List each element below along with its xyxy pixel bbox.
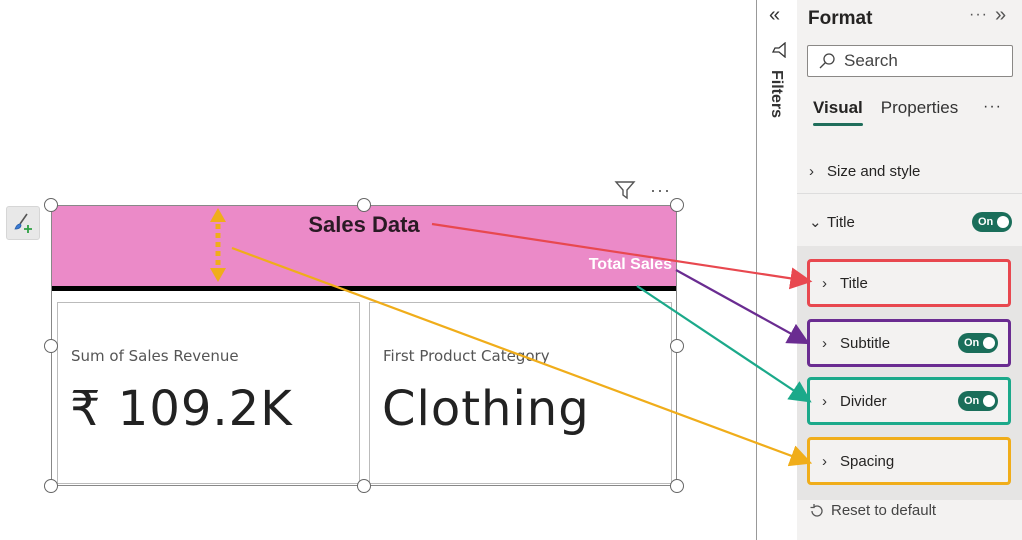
filters-label[interactable]: Filters [767,70,785,118]
search-input[interactable]: Search [807,45,1013,77]
powerbi-screen: ··· Sales Data Total Sales Sum of Sales … [0,0,1022,540]
reset-to-default-button[interactable]: Reset to default [809,502,936,519]
card-label: Sum of Sales Revenue [71,347,239,365]
pane-title: Format [808,8,873,29]
section-label: Title [827,213,855,231]
toggle-knob [997,216,1009,228]
visual-subtitle: Total Sales [588,256,672,273]
chevron-right-icon: › [822,334,827,352]
section-title[interactable]: ⌄ Title On [797,200,1022,244]
kpi-card[interactable]: Sum of Sales Revenue ₹ 109.2K [57,302,360,484]
tabs-more-icon[interactable]: ··· [983,98,1002,116]
chevron-down-icon: ⌄ [809,214,822,231]
card-value: ₹ 109.2K [70,381,293,437]
subsection-subtitle[interactable]: › Subtitle On [807,319,1011,367]
toggle-label: On [964,337,980,349]
chevron-right-icon: › [809,163,814,180]
resize-handle[interactable] [670,198,684,212]
paintbrush-plus-icon [14,213,32,233]
collapse-left-icon[interactable]: « [769,4,780,27]
card-label: First Product Category [383,347,550,365]
resize-handle[interactable] [357,479,371,493]
subsection-label: Divider [840,392,887,410]
format-pane: Format ··· » Search Visual Properties ··… [797,0,1022,540]
filter-icon [771,42,786,58]
kpi-card[interactable]: First Product Category Clothing [369,302,672,484]
section-size-and-style[interactable]: › Size and style [797,150,1022,194]
search-icon [819,53,835,69]
format-painter-button[interactable] [6,206,40,240]
toggle-knob [983,395,995,407]
chevron-right-icon: › [822,452,827,470]
visual-header: ··· [614,180,671,200]
divider-toggle[interactable]: On [958,391,998,411]
card-value: Clothing [382,381,590,437]
more-options-icon[interactable]: ··· [969,6,988,24]
subsection-label: Subtitle [840,334,891,352]
resize-handle[interactable] [44,339,58,353]
chevron-right-icon: › [822,274,827,292]
subsection-divider[interactable]: › Divider On [807,377,1011,425]
resize-handle[interactable] [670,339,684,353]
pane-tabs: Visual Properties [813,98,958,126]
chevron-right-icon: › [822,392,827,410]
title-toggle[interactable]: On [972,212,1012,232]
subsection-title[interactable]: › Title [807,259,1011,307]
toggle-label: On [978,216,994,228]
tab-visual[interactable]: Visual [813,98,863,126]
search-placeholder: Search [844,51,898,70]
reset-label: Reset to default [831,502,937,519]
report-canvas: ··· Sales Data Total Sales Sum of Sales … [0,0,756,540]
resize-handle[interactable] [44,198,58,212]
title-band: Sales Data Total Sales [52,206,676,286]
tab-properties[interactable]: Properties [881,98,958,126]
subsection-spacing[interactable]: › Spacing [807,437,1011,485]
resize-handle[interactable] [44,479,58,493]
toggle-knob [983,337,995,349]
subsection-label: Title [840,274,868,292]
visual-title: Sales Data [308,212,420,237]
reset-icon [810,503,823,517]
toggle-label: On [964,395,980,407]
visual-divider [52,286,676,291]
subsection-label: Spacing [840,452,895,470]
expand-pane-icon[interactable]: » [995,4,1006,27]
resize-handle[interactable] [670,479,684,493]
section-label: Size and style [827,163,921,180]
filters-pane-collapsed[interactable]: « Filters [756,0,797,540]
filter-icon[interactable] [614,180,636,200]
resize-handle[interactable] [357,198,371,212]
more-options-icon[interactable]: ··· [650,181,671,199]
card-visual[interactable]: Sales Data Total Sales Sum of Sales Reve… [51,205,677,486]
subtitle-toggle[interactable]: On [958,333,998,353]
